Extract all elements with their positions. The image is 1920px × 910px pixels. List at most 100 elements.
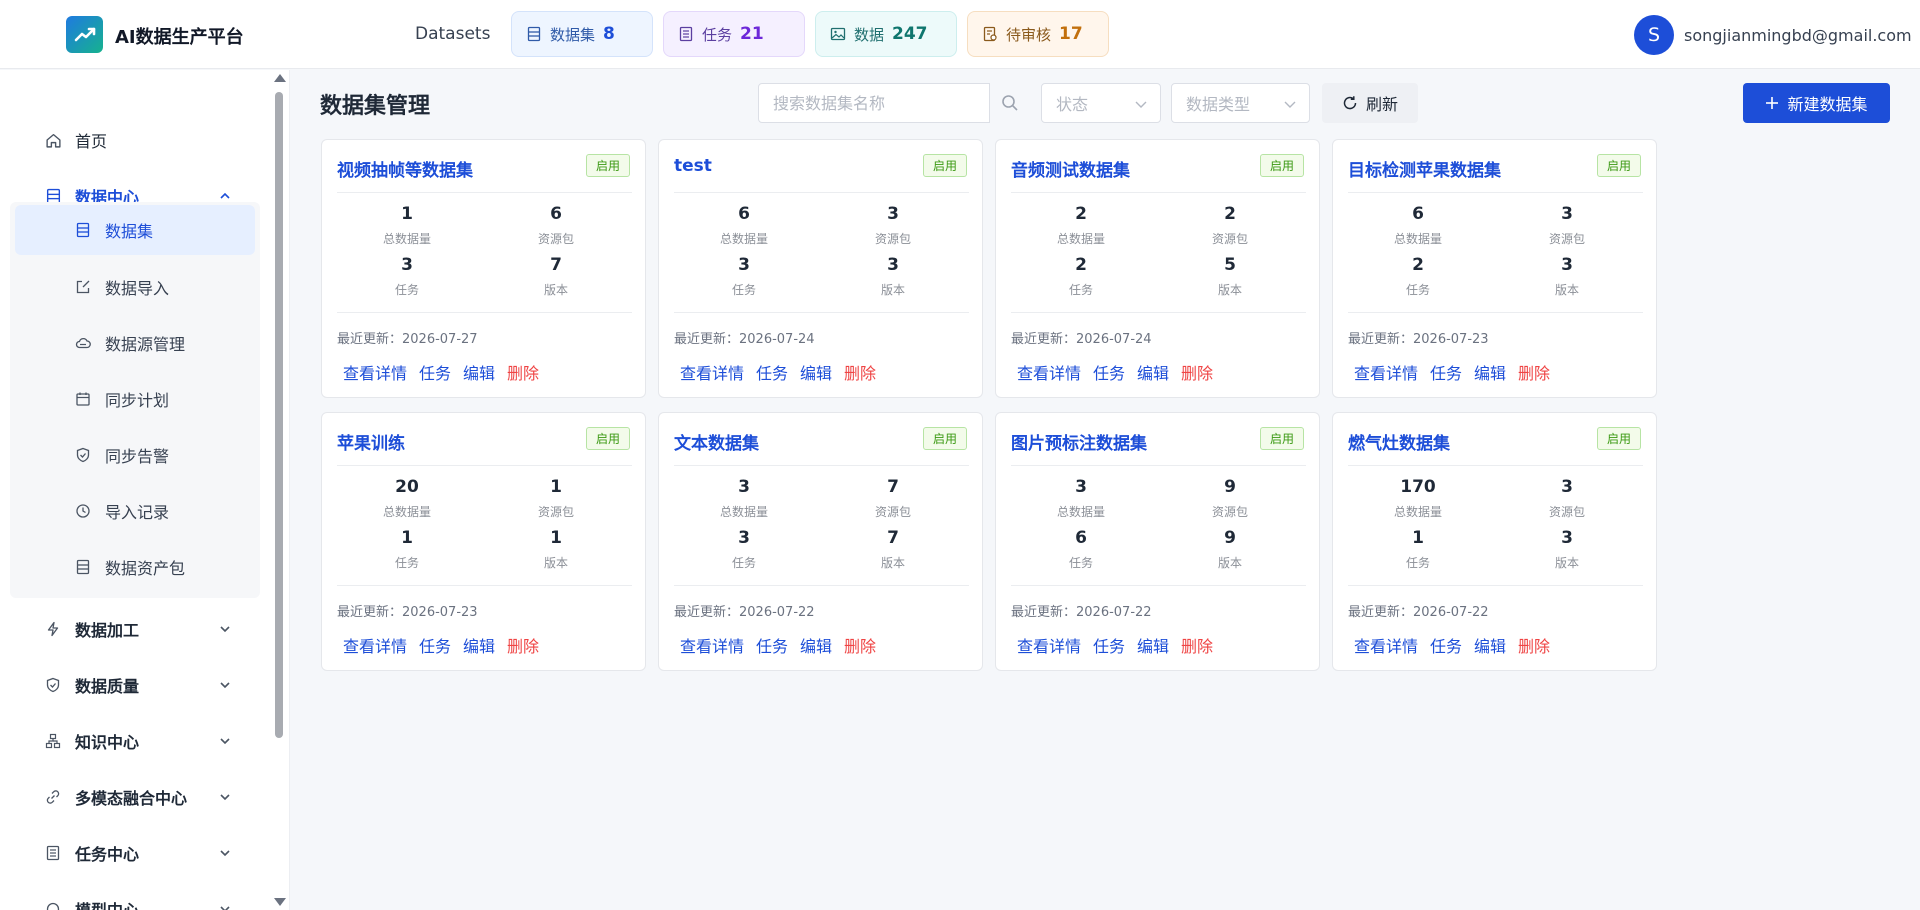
task-count-pill[interactable]: 任务 21 bbox=[663, 11, 805, 57]
sidebar-item-datasets[interactable]: 数据集 bbox=[15, 205, 255, 255]
edit-link[interactable]: 编辑 bbox=[1474, 633, 1506, 657]
view-detail-link[interactable]: 查看详情 bbox=[1017, 633, 1081, 657]
task-link[interactable]: 任务 bbox=[419, 633, 451, 657]
edit-link[interactable]: 编辑 bbox=[1474, 360, 1506, 384]
chevron-down-icon bbox=[1284, 101, 1296, 108]
last-updated: 最近更新：2026-07-27 bbox=[337, 328, 478, 347]
delete-link[interactable]: 删除 bbox=[844, 633, 876, 657]
dataset-name[interactable]: 图片预标注数据集 bbox=[1011, 429, 1147, 454]
stat-tasks-value: 1 bbox=[1412, 528, 1424, 548]
dataset-name[interactable]: 视频抽帧等数据集 bbox=[337, 156, 473, 181]
card-actions: 查看详情 任务 编辑 删除 bbox=[1354, 360, 1550, 384]
delete-link[interactable]: 删除 bbox=[1181, 633, 1213, 657]
stat-packages: 7 资源包 bbox=[833, 477, 953, 520]
data-type-select[interactable]: 数据类型 bbox=[1171, 83, 1310, 123]
dataset-name[interactable]: 苹果训练 bbox=[337, 429, 405, 454]
sidebar-item-data-source[interactable]: 数据源管理 bbox=[10, 318, 260, 368]
chevron-down-icon bbox=[1135, 101, 1147, 108]
view-detail-link[interactable]: 查看详情 bbox=[343, 633, 407, 657]
sidebar-item-data-import[interactable]: 数据导入 bbox=[10, 262, 260, 312]
dataset-name[interactable]: 燃气灶数据集 bbox=[1348, 429, 1450, 454]
status-select[interactable]: 状态 bbox=[1041, 83, 1161, 123]
sidebar-item-import-records[interactable]: 导入记录 bbox=[10, 486, 260, 536]
refresh-label: 刷新 bbox=[1365, 95, 1398, 114]
task-link[interactable]: 任务 bbox=[1093, 360, 1125, 384]
stat-total-value: 1 bbox=[401, 204, 413, 224]
delete-link[interactable]: 删除 bbox=[1181, 360, 1213, 384]
user-email[interactable]: songjianmingbd@gmail.com bbox=[1684, 26, 1912, 45]
sidebar-item-sync-plan[interactable]: 同步计划 bbox=[10, 374, 260, 424]
search-button[interactable] bbox=[990, 83, 1030, 123]
delete-link[interactable]: 删除 bbox=[507, 360, 539, 384]
delete-link[interactable]: 删除 bbox=[1518, 360, 1550, 384]
view-detail-link[interactable]: 查看详情 bbox=[1354, 633, 1418, 657]
edit-link[interactable]: 编辑 bbox=[1137, 633, 1169, 657]
stat-tasks: 1 任务 bbox=[347, 528, 467, 571]
dataset-card: 文本数据集 启用 3 总数据量 7 资源包 3 任务 7 版本 最近更新：202… bbox=[658, 412, 983, 671]
card-divider bbox=[1011, 585, 1306, 586]
stat-packages-label: 资源包 bbox=[874, 232, 911, 246]
edit-link[interactable]: 编辑 bbox=[800, 633, 832, 657]
sidebar-item-asset-package[interactable]: 数据资产包 bbox=[10, 542, 260, 592]
task-link[interactable]: 任务 bbox=[1430, 360, 1462, 384]
stat-total: 2 总数据量 bbox=[1021, 204, 1141, 247]
data-type-select-placeholder: 数据类型 bbox=[1186, 95, 1251, 114]
task-link[interactable]: 任务 bbox=[1430, 633, 1462, 657]
task-link[interactable]: 任务 bbox=[419, 360, 451, 384]
sidebar-group-multimodal[interactable]: 多模态融合中心 bbox=[0, 772, 260, 822]
task-link[interactable]: 任务 bbox=[756, 633, 788, 657]
dataset-name[interactable]: 文本数据集 bbox=[674, 429, 759, 454]
dataset-count-pill[interactable]: 数据集 8 bbox=[511, 11, 653, 57]
sidebar-group-data-processing[interactable]: 数据加工 bbox=[0, 604, 260, 654]
sidebar-item-home[interactable]: 首页 bbox=[0, 115, 260, 165]
delete-link[interactable]: 删除 bbox=[1518, 633, 1550, 657]
sidebar-scrollbar[interactable] bbox=[272, 72, 286, 908]
datasets-nav-link[interactable]: Datasets bbox=[415, 24, 490, 44]
refresh-button[interactable]: 刷新 bbox=[1322, 83, 1418, 123]
scroll-down-arrow-icon[interactable] bbox=[274, 898, 286, 906]
card-actions: 查看详情 任务 编辑 删除 bbox=[1017, 360, 1213, 384]
sidebar-item-label: 导入记录 bbox=[105, 503, 170, 522]
dataset-name[interactable]: test bbox=[674, 156, 712, 176]
edit-link[interactable]: 编辑 bbox=[463, 360, 495, 384]
last-updated-prefix: 最近更新： bbox=[674, 332, 740, 347]
delete-link[interactable]: 删除 bbox=[844, 360, 876, 384]
sidebar-group-model-center[interactable]: 模型中心 bbox=[0, 884, 260, 910]
dataset-name[interactable]: 音频测试数据集 bbox=[1011, 156, 1130, 181]
sidebar-group-task-center[interactable]: 任务中心 bbox=[0, 828, 260, 878]
top-header: AI数据生产平台 Datasets 数据集 8 任务 21 数据 247 待审核… bbox=[0, 0, 1920, 69]
scroll-thumb[interactable] bbox=[275, 92, 283, 738]
stat-versions-label: 版本 bbox=[1554, 283, 1579, 297]
search-input[interactable] bbox=[758, 83, 990, 123]
dataset-name[interactable]: 目标检测苹果数据集 bbox=[1348, 156, 1501, 181]
view-detail-link[interactable]: 查看详情 bbox=[1354, 360, 1418, 384]
app-title[interactable]: AI数据生产平台 bbox=[115, 23, 244, 49]
view-detail-link[interactable]: 查看详情 bbox=[680, 360, 744, 384]
card-divider bbox=[1348, 585, 1643, 586]
app-logo-icon[interactable] bbox=[66, 16, 103, 53]
task-link[interactable]: 任务 bbox=[756, 360, 788, 384]
view-detail-link[interactable]: 查看详情 bbox=[680, 633, 744, 657]
pill-label: 数据 bbox=[854, 25, 885, 44]
user-avatar[interactable]: S bbox=[1634, 15, 1674, 55]
view-detail-link[interactable]: 查看详情 bbox=[1017, 360, 1081, 384]
sidebar-item-sync-alert[interactable]: 同步告警 bbox=[10, 430, 260, 480]
sidebar-group-data-quality[interactable]: 数据质量 bbox=[0, 660, 260, 710]
sidebar-group-knowledge[interactable]: 知识中心 bbox=[0, 716, 260, 766]
edit-link[interactable]: 编辑 bbox=[463, 633, 495, 657]
pending-review-pill[interactable]: 待审核 17 bbox=[967, 11, 1109, 57]
stat-total-value: 6 bbox=[738, 204, 750, 224]
task-link[interactable]: 任务 bbox=[1093, 633, 1125, 657]
view-detail-link[interactable]: 查看详情 bbox=[343, 360, 407, 384]
edit-link[interactable]: 编辑 bbox=[800, 360, 832, 384]
lightning-icon bbox=[44, 620, 62, 638]
scroll-up-arrow-icon[interactable] bbox=[274, 74, 286, 82]
status-badge: 启用 bbox=[1260, 154, 1304, 177]
last-updated: 最近更新：2026-07-23 bbox=[1348, 328, 1489, 347]
dataset-card: 目标检测苹果数据集 启用 6 总数据量 3 资源包 2 任务 3 版本 最近更新… bbox=[1332, 139, 1657, 398]
data-count-pill[interactable]: 数据 247 bbox=[815, 11, 957, 57]
delete-link[interactable]: 删除 bbox=[507, 633, 539, 657]
stat-versions-value: 1 bbox=[550, 528, 562, 548]
edit-link[interactable]: 编辑 bbox=[1137, 360, 1169, 384]
new-dataset-button[interactable]: 新建数据集 bbox=[1743, 83, 1890, 123]
